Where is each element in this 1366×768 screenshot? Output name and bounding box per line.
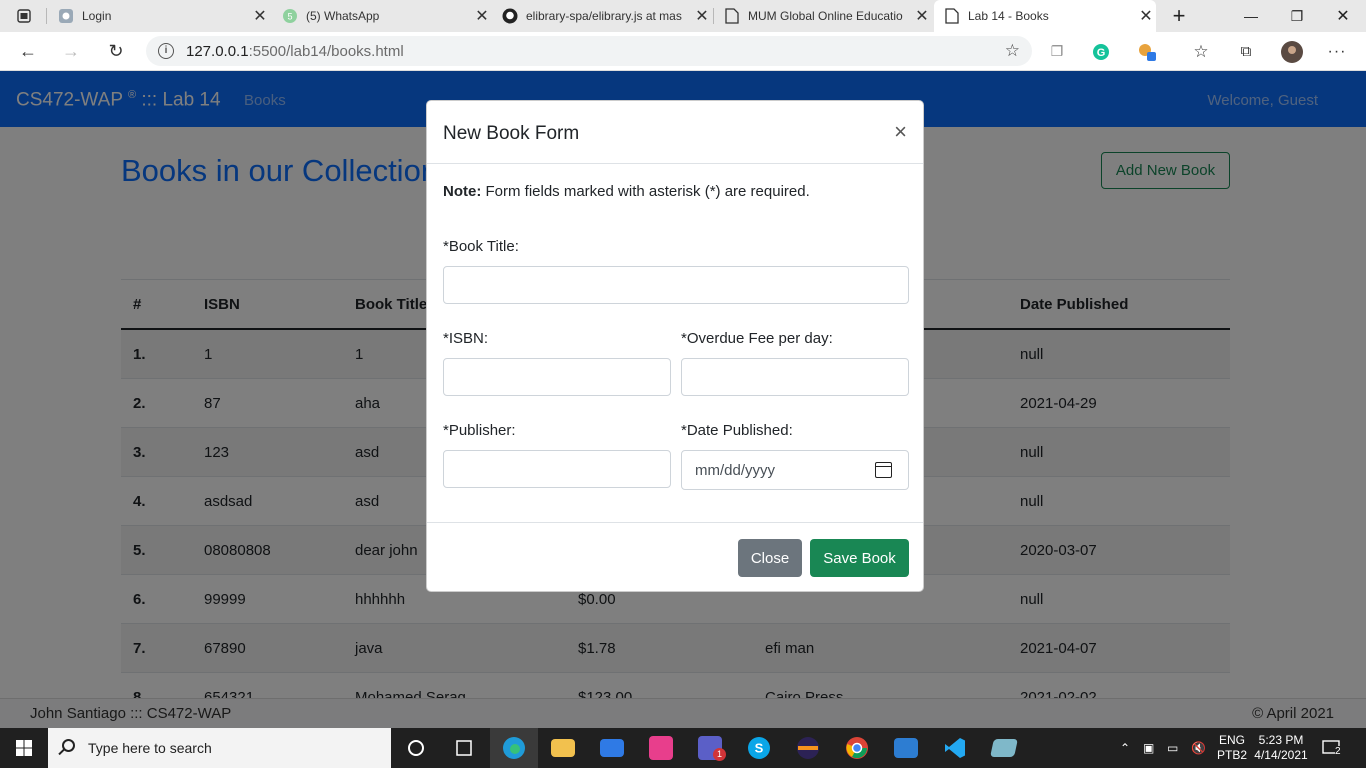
tab-login[interactable]: Login ✕: [48, 0, 270, 32]
favorites-icon[interactable]: ☆: [1184, 32, 1218, 71]
save-book-button[interactable]: Save Book: [810, 539, 909, 577]
url-host: 127.0.0.1: [186, 42, 249, 60]
isbn-input[interactable]: [443, 358, 671, 396]
browser-toolbar: ← → ↻ i 127.0.0.1:5500/lab14/books.html …: [0, 32, 1366, 71]
publisher-input[interactable]: [443, 450, 671, 488]
edge-taskbar-icon[interactable]: [490, 728, 538, 768]
svg-text:5: 5: [287, 12, 292, 22]
close-tab-icon[interactable]: ✕: [472, 6, 492, 26]
overdue-fee-label: *Overdue Fee per day:: [681, 330, 833, 347]
date-placeholder: mm/dd/yyyy: [695, 461, 776, 479]
new-book-modal: New Book Form × Note: Form fields marked…: [426, 100, 924, 592]
close-icon[interactable]: ×: [894, 119, 907, 145]
search-placeholder: Type here to search: [88, 740, 212, 756]
profile-avatar[interactable]: [1275, 32, 1309, 71]
volume-muted-icon[interactable]: 🔇: [1191, 728, 1206, 768]
svg-text:S: S: [755, 741, 764, 756]
modal-footer: Close Save Book: [427, 522, 923, 593]
file-explorer-icon[interactable]: [539, 728, 587, 768]
network-icon[interactable]: ▣: [1143, 728, 1154, 768]
close-window-icon[interactable]: ✕: [1320, 0, 1366, 32]
close-tab-icon[interactable]: ✕: [250, 6, 270, 26]
page-icon: [944, 8, 960, 24]
book-title-label: *Book Title:: [443, 238, 519, 255]
notifications-icon[interactable]: 2: [1322, 728, 1342, 768]
url-path: :5500/lab14/books.html: [248, 42, 404, 60]
search-icon: [62, 739, 75, 752]
close-tab-icon[interactable]: ✕: [692, 6, 712, 26]
collections-ext-icon[interactable]: ❐: [1040, 32, 1074, 71]
grammarly-icon[interactable]: G: [1084, 32, 1118, 71]
collections-icon[interactable]: ⧉: [1229, 32, 1263, 71]
tab-title: MUM Global Online Educatio: [748, 9, 903, 23]
chrome-icon[interactable]: [833, 728, 881, 768]
task-view-icon[interactable]: [440, 728, 488, 768]
app-icon[interactable]: [980, 728, 1028, 768]
tab-title: Lab 14 - Books: [968, 9, 1049, 23]
note-label: Note:: [443, 183, 482, 200]
mail-icon[interactable]: [588, 728, 636, 768]
info-icon[interactable]: i: [158, 43, 174, 59]
address-bar[interactable]: i 127.0.0.1:5500/lab14/books.html ☆: [146, 36, 1032, 66]
eclipse-icon[interactable]: [784, 728, 832, 768]
tab-title: (5) WhatsApp: [306, 9, 380, 23]
forward-icon[interactable]: →: [54, 32, 88, 71]
isbn-label: *ISBN:: [443, 330, 489, 347]
intellij-icon[interactable]: [637, 728, 685, 768]
calendar-icon[interactable]: [875, 462, 892, 478]
github-icon: [502, 8, 518, 24]
back-icon[interactable]: ←: [11, 32, 45, 71]
close-tab-icon[interactable]: ✕: [1136, 6, 1156, 26]
modal-header: New Book Form ×: [427, 101, 923, 164]
note-text: Form fields marked with asterisk (*) are…: [481, 183, 810, 200]
page-icon: [724, 8, 740, 24]
windows-start-icon[interactable]: [0, 728, 48, 768]
tab-mum[interactable]: MUM Global Online Educatio ✕: [714, 0, 932, 32]
tab-whatsapp[interactable]: 5 (5) WhatsApp ✕: [272, 0, 492, 32]
extension-icon[interactable]: [1130, 32, 1164, 71]
language-indicator[interactable]: ENG PTB2: [1217, 728, 1247, 768]
book-title-input[interactable]: [443, 266, 909, 304]
overdue-fee-input[interactable]: [681, 358, 909, 396]
tab-title: Login: [82, 9, 112, 23]
teams-badge: 1: [713, 748, 726, 761]
refresh-icon[interactable]: ↻: [99, 32, 133, 71]
teams-icon[interactable]: 1: [686, 728, 734, 768]
add-favorite-icon[interactable]: ☆: [1005, 41, 1020, 61]
svg-text:G: G: [1097, 47, 1106, 59]
tab-lab14-books[interactable]: Lab 14 - Books ✕: [934, 0, 1156, 32]
tab-title: elibrary-spa/elibrary.js at mas: [526, 9, 682, 23]
tab-actions-icon[interactable]: [6, 0, 42, 32]
clock-time: 5:23 PM: [1258, 733, 1304, 747]
clock[interactable]: 5:23 PM 4/14/2021: [1253, 728, 1309, 768]
browser-tab-strip: Login ✕ 5 (5) WhatsApp ✕ elibrary-spa/el…: [0, 0, 1366, 32]
skype-icon[interactable]: S: [735, 728, 783, 768]
tab-github[interactable]: elibrary-spa/elibrary.js at mas ✕: [492, 0, 712, 32]
publisher-label: *Publisher:: [443, 422, 516, 439]
close-tab-icon[interactable]: ✕: [912, 6, 932, 26]
minimize-icon[interactable]: —: [1228, 0, 1274, 32]
more-menu-icon[interactable]: ···: [1320, 32, 1354, 71]
modal-title: New Book Form: [443, 123, 580, 144]
cortana-icon[interactable]: [392, 728, 440, 768]
battery-icon[interactable]: ▭: [1167, 728, 1178, 768]
close-button[interactable]: Close: [738, 539, 802, 577]
clock-date: 4/14/2021: [1254, 748, 1308, 762]
restore-icon[interactable]: ❐: [1274, 0, 1320, 32]
keyboard-layout: PTB2: [1217, 748, 1248, 762]
whatsapp-icon: 5: [282, 8, 298, 24]
notification-count: 2: [1335, 746, 1341, 757]
taskbar-search-box[interactable]: Type here to search: [48, 728, 391, 768]
show-hidden-icons-icon[interactable]: ⌃: [1120, 728, 1130, 768]
windows-taskbar: Type here to search 1 S ⌃ ▣ ▭ 🔇 ENG PTB2…: [0, 728, 1366, 768]
photos-icon[interactable]: [882, 728, 930, 768]
login-page-icon: [58, 8, 74, 24]
date-published-input[interactable]: mm/dd/yyyy: [681, 450, 909, 490]
vscode-icon[interactable]: [931, 728, 979, 768]
new-tab-icon[interactable]: +: [1156, 0, 1202, 32]
required-note: Note: Form fields marked with asterisk (…: [443, 183, 810, 200]
language-code: ENG: [1219, 733, 1246, 747]
tab-separator: [46, 8, 47, 24]
date-published-label: *Date Published:: [681, 422, 793, 439]
